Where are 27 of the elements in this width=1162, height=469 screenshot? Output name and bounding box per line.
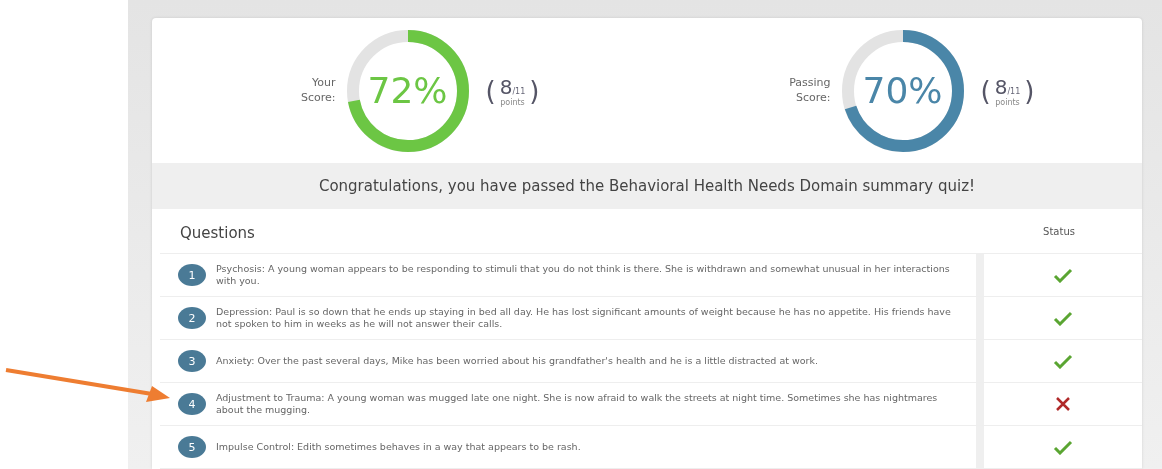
score-percent: 72% [367, 70, 448, 112]
points-earned: 8 [499, 74, 513, 99]
points-unit: points [500, 98, 525, 107]
parenthesis: ) [529, 75, 540, 106]
question-number: 1 [178, 264, 206, 286]
score-label: Your Score: [300, 76, 336, 106]
score-label: Passing Score: [788, 76, 831, 106]
points-earned: 8 [994, 74, 1008, 99]
question-number: 5 [178, 436, 206, 458]
question-text: Adjustment to Trauma: A young woman was mugged late one night. She is now afraid to walk the streets at night time. Sometimes she has nightmares about the mugging. [216, 391, 939, 417]
parenthesis: ) [1024, 75, 1035, 106]
question-text: Impulse Control: Edith sometimes behaves in a way that appears to be rash. [216, 440, 581, 454]
question-text: Depression: Paul is so down that he ends up staying in bed all day. He has lost significant amounts of weight because he has no appetite. His friends have not spoken to him in weeks as he will not answer their calls. [216, 305, 951, 331]
points-total: /11 [512, 86, 526, 96]
result-message: Congratulations, you have passed the Behavioral Health Needs Domain summary quiz! [152, 163, 1142, 209]
points-unit: points [995, 98, 1020, 107]
question-number: 4 [178, 393, 206, 415]
question-number: 2 [178, 307, 206, 329]
question-number: 3 [178, 350, 206, 372]
question-text: Psychosis: A young woman appears to be responding to stimuli that you do not think is there. She is withdrawn and somewhat unusual in her interactions with you. [216, 262, 951, 288]
question-text: Anxiety: Over the past several days, Mike has been worried about his grandfather's health and he is a little distracted at work. [216, 354, 818, 368]
column-header: Questions [179, 223, 256, 242]
parenthesis: ( [485, 75, 496, 106]
column-header: Status [1042, 225, 1076, 237]
score-percent: 70% [862, 70, 943, 112]
points-total: /11 [1007, 86, 1021, 96]
parenthesis: ( [980, 75, 991, 106]
